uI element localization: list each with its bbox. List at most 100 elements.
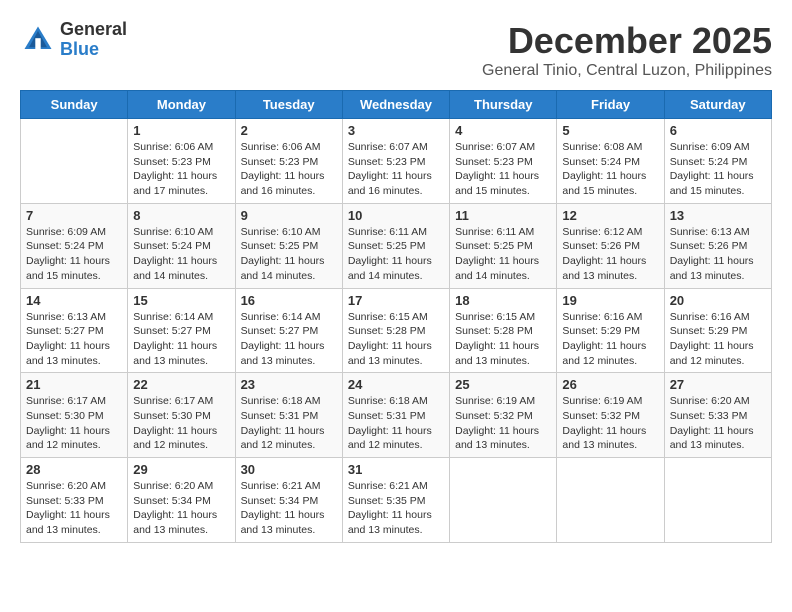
day-number: 7 (26, 208, 122, 223)
calendar-cell (21, 119, 128, 204)
day-info: Sunrise: 6:07 AM Sunset: 5:23 PM Dayligh… (348, 140, 444, 199)
day-info: Sunrise: 6:15 AM Sunset: 5:28 PM Dayligh… (455, 310, 551, 369)
day-number: 30 (241, 462, 337, 477)
day-info: Sunrise: 6:12 AM Sunset: 5:26 PM Dayligh… (562, 225, 658, 284)
day-number: 26 (562, 377, 658, 392)
calendar-week-row: 1 Sunrise: 6:06 AM Sunset: 5:23 PM Daylig… (21, 119, 772, 204)
day-info: Sunrise: 6:16 AM Sunset: 5:29 PM Dayligh… (670, 310, 766, 369)
calendar-cell: 22 Sunrise: 6:17 AM Sunset: 5:30 PM Dayli… (128, 373, 235, 458)
calendar-cell: 12Sunrise: 6:12 AM Sunset: 5:26 PM Dayli… (557, 203, 664, 288)
day-number: 13 (670, 208, 766, 223)
calendar-table: SundayMondayTuesdayWednesdayThursdayFrid… (20, 90, 772, 543)
day-number: 2 (241, 123, 337, 138)
subtitle: General Tinio, Central Luzon, Philippine… (482, 62, 772, 80)
calendar-cell: 9Sunrise: 6:10 AM Sunset: 5:25 PM Daylig… (235, 203, 342, 288)
day-info: Sunrise: 6:21 AM Sunset: 5:34 PM Dayligh… (241, 479, 337, 538)
logo-text: General Blue (60, 20, 127, 60)
day-number: 18 (455, 293, 551, 308)
calendar-cell: 26 Sunrise: 6:19 AM Sunset: 5:32 PM Dayli… (557, 373, 664, 458)
calendar-cell: 19Sunrise: 6:16 AM Sunset: 5:29 PM Dayli… (557, 288, 664, 373)
day-info: Sunrise: 6:06 AM Sunset: 5:23 PM Dayligh… (241, 140, 337, 199)
day-info: Sunrise: 6:17 AM Sunset: 5:30 PM Dayligh… (133, 394, 229, 453)
day-info: Sunrise: 6:19 AM Sunset: 5:32 PM Dayligh… (562, 394, 658, 453)
calendar-cell: 4 Sunrise: 6:07 AM Sunset: 5:23 PM Daylig… (450, 119, 557, 204)
day-info: Sunrise: 6:11 AM Sunset: 5:25 PM Dayligh… (455, 225, 551, 284)
calendar-cell: 30 Sunrise: 6:21 AM Sunset: 5:34 PM Dayli… (235, 458, 342, 543)
day-info: Sunrise: 6:08 AM Sunset: 5:24 PM Dayligh… (562, 140, 658, 199)
day-number: 3 (348, 123, 444, 138)
day-info: Sunrise: 6:09 AM Sunset: 5:24 PM Dayligh… (670, 140, 766, 199)
calendar-cell: 6 Sunrise: 6:09 AM Sunset: 5:24 PM Daylig… (664, 119, 771, 204)
calendar-week-row: 7 Sunrise: 6:09 AM Sunset: 5:24 PM Daylig… (21, 203, 772, 288)
calendar-cell: 17 Sunrise: 6:15 AM Sunset: 5:28 PM Dayli… (342, 288, 449, 373)
calendar-week-row: 14 Sunrise: 6:13 AM Sunset: 5:27 PM Dayli… (21, 288, 772, 373)
day-number: 20 (670, 293, 766, 308)
day-number: 24 (348, 377, 444, 392)
day-info: Sunrise: 6:14 AM Sunset: 5:27 PM Dayligh… (241, 310, 337, 369)
day-number: 25 (455, 377, 551, 392)
day-number: 1 (133, 123, 229, 138)
day-number: 8 (133, 208, 229, 223)
calendar-cell: 20 Sunrise: 6:16 AM Sunset: 5:29 PM Dayli… (664, 288, 771, 373)
weekday-header-thursday: Thursday (450, 91, 557, 119)
calendar-cell: 5Sunrise: 6:08 AM Sunset: 5:24 PM Daylig… (557, 119, 664, 204)
day-info: Sunrise: 6:19 AM Sunset: 5:32 PM Dayligh… (455, 394, 551, 453)
day-number: 23 (241, 377, 337, 392)
day-info: Sunrise: 6:14 AM Sunset: 5:27 PM Dayligh… (133, 310, 229, 369)
weekday-header-wednesday: Wednesday (342, 91, 449, 119)
day-number: 4 (455, 123, 551, 138)
day-number: 14 (26, 293, 122, 308)
weekday-header-monday: Monday (128, 91, 235, 119)
weekday-header-row: SundayMondayTuesdayWednesdayThursdayFrid… (21, 91, 772, 119)
day-info: Sunrise: 6:15 AM Sunset: 5:28 PM Dayligh… (348, 310, 444, 369)
calendar-cell: 7 Sunrise: 6:09 AM Sunset: 5:24 PM Daylig… (21, 203, 128, 288)
calendar-cell: 27Sunrise: 6:20 AM Sunset: 5:33 PM Dayli… (664, 373, 771, 458)
calendar-week-row: 21 Sunrise: 6:17 AM Sunset: 5:30 PM Dayli… (21, 373, 772, 458)
calendar-cell: 8 Sunrise: 6:10 AM Sunset: 5:24 PM Daylig… (128, 203, 235, 288)
calendar-cell: 15 Sunrise: 6:14 AM Sunset: 5:27 PM Dayli… (128, 288, 235, 373)
calendar-cell: 10 Sunrise: 6:11 AM Sunset: 5:25 PM Dayli… (342, 203, 449, 288)
day-info: Sunrise: 6:20 AM Sunset: 5:34 PM Dayligh… (133, 479, 229, 538)
calendar-cell: 14 Sunrise: 6:13 AM Sunset: 5:27 PM Dayli… (21, 288, 128, 373)
day-number: 15 (133, 293, 229, 308)
weekday-header-sunday: Sunday (21, 91, 128, 119)
day-number: 10 (348, 208, 444, 223)
month-title: December 2025 (482, 20, 772, 62)
calendar-cell: 21Sunrise: 6:17 AM Sunset: 5:30 PM Dayli… (21, 373, 128, 458)
calendar-cell: 11 Sunrise: 6:11 AM Sunset: 5:25 PM Dayli… (450, 203, 557, 288)
logo: General Blue (20, 20, 127, 60)
weekday-header-saturday: Saturday (664, 91, 771, 119)
logo-general-text: General (60, 20, 127, 40)
calendar-cell: 25 Sunrise: 6:19 AM Sunset: 5:32 PM Dayli… (450, 373, 557, 458)
calendar-cell (557, 458, 664, 543)
calendar-cell: 3 Sunrise: 6:07 AM Sunset: 5:23 PM Daylig… (342, 119, 449, 204)
title-section: December 2025 General Tinio, Central Luz… (482, 20, 772, 80)
day-number: 28 (26, 462, 122, 477)
calendar-cell (664, 458, 771, 543)
calendar-cell: 18 Sunrise: 6:15 AM Sunset: 5:28 PM Dayli… (450, 288, 557, 373)
calendar-cell: 16 Sunrise: 6:14 AM Sunset: 5:27 PM Dayli… (235, 288, 342, 373)
day-number: 21 (26, 377, 122, 392)
day-info: Sunrise: 6:07 AM Sunset: 5:23 PM Dayligh… (455, 140, 551, 199)
calendar-cell: 23 Sunrise: 6:18 AM Sunset: 5:31 PM Dayli… (235, 373, 342, 458)
day-number: 22 (133, 377, 229, 392)
calendar-cell: 24 Sunrise: 6:18 AM Sunset: 5:31 PM Dayli… (342, 373, 449, 458)
day-number: 11 (455, 208, 551, 223)
day-number: 16 (241, 293, 337, 308)
day-number: 17 (348, 293, 444, 308)
day-info: Sunrise: 6:18 AM Sunset: 5:31 PM Dayligh… (241, 394, 337, 453)
day-info: Sunrise: 6:10 AM Sunset: 5:24 PM Dayligh… (133, 225, 229, 284)
calendar-cell: 31Sunrise: 6:21 AM Sunset: 5:35 PM Dayli… (342, 458, 449, 543)
calendar-cell: 13Sunrise: 6:13 AM Sunset: 5:26 PM Dayli… (664, 203, 771, 288)
day-info: Sunrise: 6:11 AM Sunset: 5:25 PM Dayligh… (348, 225, 444, 284)
logo-blue-text: Blue (60, 40, 127, 60)
day-number: 29 (133, 462, 229, 477)
calendar-cell: 29 Sunrise: 6:20 AM Sunset: 5:34 PM Dayli… (128, 458, 235, 543)
day-number: 9 (241, 208, 337, 223)
day-number: 6 (670, 123, 766, 138)
day-info: Sunrise: 6:13 AM Sunset: 5:27 PM Dayligh… (26, 310, 122, 369)
calendar-week-row: 28Sunrise: 6:20 AM Sunset: 5:33 PM Dayli… (21, 458, 772, 543)
day-info: Sunrise: 6:09 AM Sunset: 5:24 PM Dayligh… (26, 225, 122, 284)
day-info: Sunrise: 6:18 AM Sunset: 5:31 PM Dayligh… (348, 394, 444, 453)
weekday-header-friday: Friday (557, 91, 664, 119)
